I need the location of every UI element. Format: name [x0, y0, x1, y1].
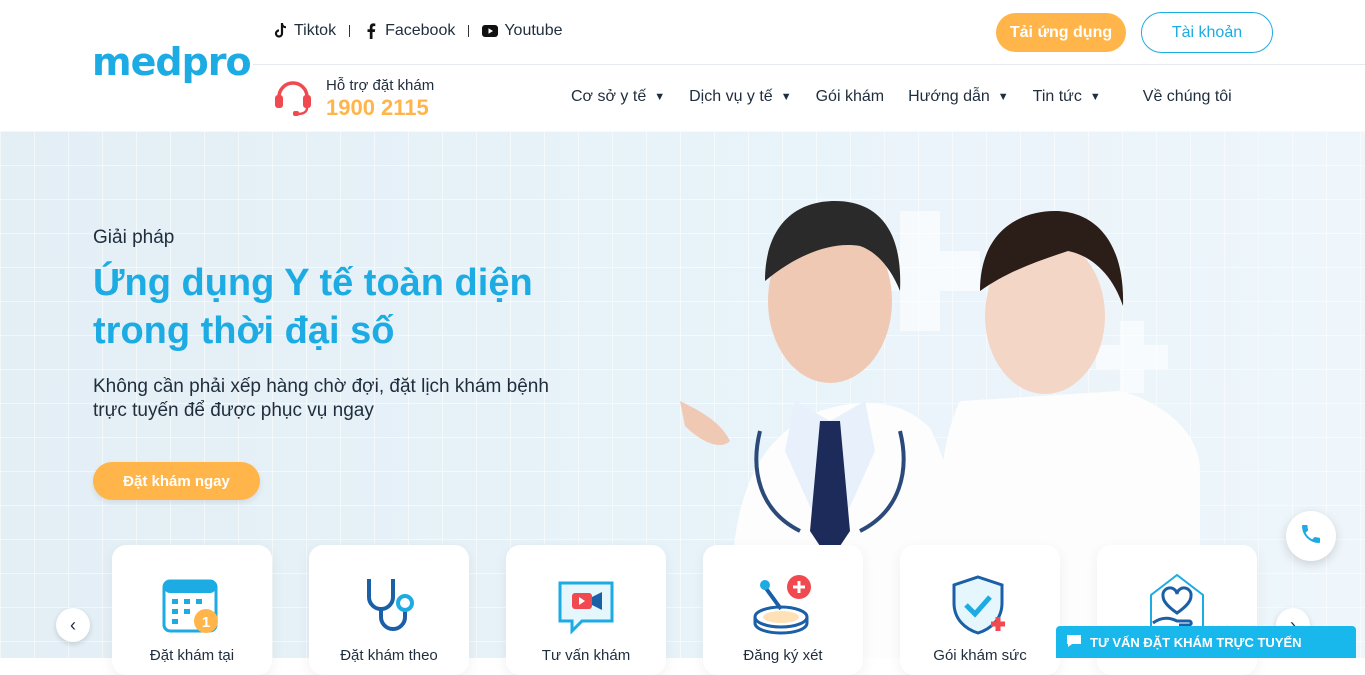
header-divider: [253, 64, 1365, 65]
social-link-facebook[interactable]: Facebook: [363, 22, 455, 40]
download-app-button[interactable]: Tải ứng dụng: [996, 13, 1126, 52]
caret-down-icon: ▼: [654, 91, 666, 103]
nav-label: Tin tức: [1032, 88, 1082, 105]
chevron-left-icon: ‹: [70, 614, 76, 635]
hero-description: Không cần phải xếp hàng chờ đợi, đặt lịc…: [93, 375, 593, 423]
nav-item-services[interactable]: Dịch vụ y tế ▼: [689, 88, 791, 106]
service-label: Đặt khám theo: [340, 647, 438, 664]
service-label: Gói khám sức: [933, 647, 1027, 664]
facebook-icon: [363, 23, 379, 39]
nav-item-guide[interactable]: Hướng dẫn ▼: [908, 88, 1009, 106]
youtube-icon: [482, 23, 499, 39]
divider: [468, 25, 470, 37]
hero-title-line1: Ứng dụng Y tế toàn diện: [93, 262, 533, 304]
call-button[interactable]: [1286, 511, 1336, 561]
service-card[interactable]: Đặt khám theo: [309, 545, 469, 675]
account-button[interactable]: Tài khoản: [1141, 12, 1273, 53]
service-card[interactable]: 1 Đặt khám tại: [112, 545, 272, 675]
social-label-facebook: Facebook: [385, 22, 456, 39]
nav-label: Cơ sở y tế: [571, 88, 647, 105]
stethoscope-icon: [357, 573, 421, 637]
service-card[interactable]: Đăng ký xét: [703, 545, 863, 675]
medpro-logo[interactable]: medpro: [92, 40, 252, 84]
service-label: Đặt khám tại: [149, 647, 235, 664]
main-nav: Cơ sở y tế ▼ Dịch vụ y tế ▼ Gói khám Hướng…: [571, 88, 1256, 106]
nav-item-facilities[interactable]: Cơ sở y tế ▼: [571, 88, 665, 106]
nav-item-news[interactable]: Tin tức ▼: [1033, 88, 1101, 106]
chat-bubble-icon: [1066, 634, 1082, 651]
nav-label: Gói khám: [815, 88, 885, 105]
book-now-button[interactable]: Đặt khám ngay: [93, 462, 260, 500]
social-links: Tiktok Facebook Youtube: [272, 22, 562, 40]
calendar-icon: 1: [160, 573, 224, 637]
social-link-tiktok[interactable]: Tiktok: [272, 22, 336, 40]
svg-text:1: 1: [202, 614, 210, 631]
hero-title-line2: trong thời đại số: [93, 310, 395, 352]
hero-title: Ứng dụng Y tế toàn diện trong thời đại s…: [93, 259, 653, 355]
hero-desc-line1: Không cần phải xếp hàng chờ đợi, đặt lịc…: [93, 376, 549, 397]
service-card[interactable]: Gói khám sức: [900, 545, 1060, 675]
site-header: medpro Tiktok Facebook Youtube Tải ứng d…: [0, 0, 1365, 131]
social-label-tiktok: Tiktok: [294, 22, 337, 39]
caret-down-icon: ▼: [780, 91, 792, 103]
carousel-prev-button[interactable]: ‹: [56, 608, 90, 642]
phone-icon: [1299, 522, 1323, 551]
nav-label: Về chúng tôi: [1142, 88, 1232, 105]
caret-down-icon: ▼: [1089, 91, 1101, 103]
video-call-icon: [554, 573, 618, 637]
headset-icon: [272, 75, 314, 122]
hero-eyebrow: Giải pháp: [93, 227, 175, 248]
shield-health-icon: [948, 573, 1012, 637]
nav-label: Dịch vụ y tế: [689, 88, 773, 105]
divider: [349, 25, 351, 37]
nav-item-packages[interactable]: Gói khám: [816, 88, 884, 106]
hero-desc-line2: trực tuyến để được phục vụ ngay: [93, 400, 374, 421]
social-link-youtube[interactable]: Youtube: [482, 22, 562, 40]
support-label: Hỗ trợ đặt khám: [326, 76, 435, 94]
tiktok-icon: [272, 23, 288, 39]
service-card[interactable]: Tư vấn khám: [506, 545, 666, 675]
social-label-youtube: Youtube: [504, 22, 563, 39]
support-hotline[interactable]: Hỗ trợ đặt khám 1900 2115: [272, 75, 434, 122]
lab-test-icon: [751, 573, 815, 637]
nav-label: Hướng dẫn: [908, 88, 990, 105]
support-phone[interactable]: 1900 2115: [326, 95, 434, 121]
caret-down-icon: ▼: [997, 91, 1009, 103]
service-label: Đăng ký xét: [743, 647, 823, 664]
hero-banner: Giải pháp Ứng dụng Y tế toàn diện trong …: [0, 131, 1365, 675]
online-consult-chat-bar[interactable]: TƯ VẤN ĐẶT KHÁM TRỰC TUYẾN: [1056, 626, 1356, 658]
service-label: Tư vấn khám: [541, 647, 631, 664]
chat-label: TƯ VẤN ĐẶT KHÁM TRỰC TUYẾN: [1090, 634, 1302, 650]
nav-item-about[interactable]: Về chúng tôi: [1143, 88, 1232, 106]
